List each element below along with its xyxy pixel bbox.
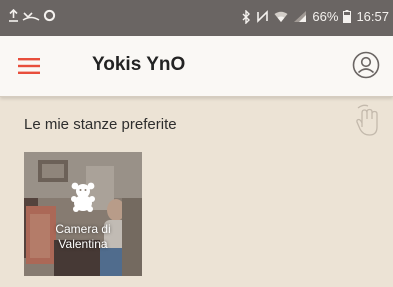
hamburger-icon [18, 58, 40, 74]
room-name-line2: Valentina [58, 237, 108, 251]
bluetooth-icon [242, 9, 251, 24]
room-name: Camera di Valentina [24, 222, 142, 252]
battery-icon [343, 10, 352, 23]
favorites-section-title: Le mie stanze preferite [24, 116, 177, 133]
menu-button[interactable] [14, 52, 44, 80]
system-icons: 66% 16:57 [242, 9, 389, 24]
signal-icon [293, 10, 307, 23]
sync-icon [43, 9, 56, 22]
battery-percent: 66% [312, 9, 339, 24]
clock: 16:57 [356, 9, 389, 24]
account-button[interactable] [351, 50, 381, 80]
app-bar: Yokis YnO [0, 36, 393, 97]
photo-overlay [24, 152, 142, 276]
swipe-hand-icon [356, 104, 378, 136]
teddy-bear-icon [71, 182, 95, 212]
upload-icon [8, 9, 19, 22]
room-card[interactable]: Camera di Valentina [24, 152, 142, 276]
account-icon [352, 51, 380, 79]
room-name-line1: Camera di [55, 222, 111, 236]
notification-icons [8, 9, 56, 22]
wifi-icon [274, 11, 288, 23]
app-title: Yokis YnO [92, 54, 186, 75]
nfc-icon [256, 10, 269, 23]
missed-call-icon [22, 9, 40, 22]
status-bar: 66% 16:57 [0, 0, 393, 36]
